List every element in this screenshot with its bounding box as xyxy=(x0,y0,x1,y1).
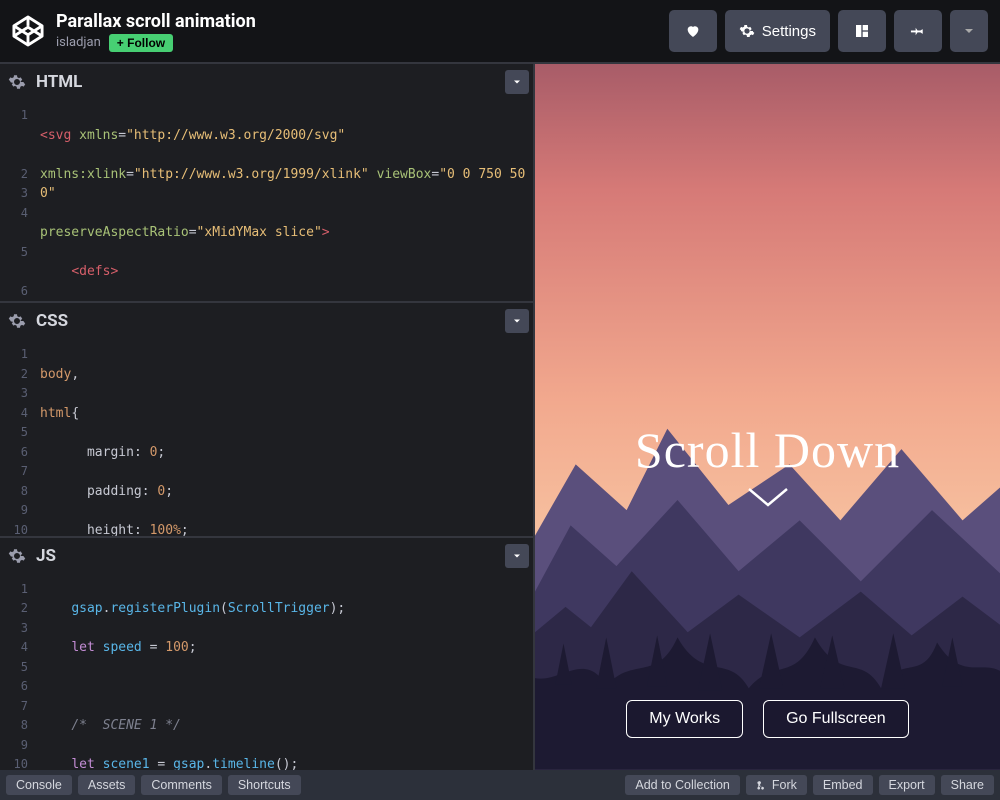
fork-icon xyxy=(756,780,767,791)
my-works-button[interactable]: My Works xyxy=(626,700,743,738)
chevron-down-icon xyxy=(961,23,977,39)
settings-button[interactable]: Settings xyxy=(725,10,830,52)
css-pane-menu[interactable] xyxy=(505,309,529,333)
footer-left: Console Assets Comments Shortcuts xyxy=(6,775,301,795)
js-code-area[interactable]: 12345678910 gsap.registerPlugin(ScrollTr… xyxy=(0,574,533,770)
js-pane-menu[interactable] xyxy=(505,544,529,568)
layout-button[interactable] xyxy=(838,10,886,52)
chevron-down-icon xyxy=(511,76,523,88)
codepen-logo[interactable] xyxy=(12,15,44,47)
pin-button[interactable] xyxy=(894,10,942,52)
settings-label: Settings xyxy=(762,23,816,40)
css-code-area[interactable]: 12345678910 body, html{ margin: 0; paddi… xyxy=(0,339,533,535)
js-pane-header: JS xyxy=(0,538,533,574)
css-pane-header: CSS xyxy=(0,303,533,339)
main-area: HTML 123456 <<svgsvg xmlns="http://www.w… xyxy=(0,62,1000,770)
header-bar: Parallax scroll animation isladjan + Fol… xyxy=(0,0,1000,62)
pen-title[interactable]: Parallax scroll animation xyxy=(56,11,256,32)
heart-icon xyxy=(685,23,701,39)
chevron-down-icon xyxy=(535,485,1000,511)
layout-icon xyxy=(854,23,870,39)
js-editor-pane: JS 12345678910 gsap.registerPlugin(Scrol… xyxy=(0,538,533,770)
preview-buttons: My Works Go Fullscreen xyxy=(535,700,1000,738)
gear-icon[interactable] xyxy=(8,312,26,330)
html-pane-menu[interactable] xyxy=(505,70,529,94)
scroll-down-text: Scroll Down xyxy=(535,421,1000,511)
html-pane-title: HTML xyxy=(36,72,82,92)
css-editor-pane: CSS 12345678910 body, html{ margin: 0; p… xyxy=(0,303,533,537)
css-pane-title: CSS xyxy=(36,311,68,331)
like-button[interactable] xyxy=(669,10,717,52)
header-left: Parallax scroll animation isladjan + Fol… xyxy=(12,11,256,52)
html-pane-header: HTML xyxy=(0,64,533,100)
comments-button[interactable]: Comments xyxy=(141,775,221,795)
html-code-area[interactable]: 123456 <<svgsvg xmlns="http://www.w3.org… xyxy=(0,100,533,301)
html-editor-pane: HTML 123456 <<svgsvg xmlns="http://www.w… xyxy=(0,64,533,303)
more-button[interactable] xyxy=(950,10,988,52)
preview-pane[interactable]: Scroll Down My Works Go Fullscreen xyxy=(535,64,1000,770)
chevron-down-icon xyxy=(511,315,523,327)
fork-button[interactable]: Fork xyxy=(746,775,807,795)
gear-icon xyxy=(739,23,755,39)
shortcuts-button[interactable]: Shortcuts xyxy=(228,775,301,795)
embed-button[interactable]: Embed xyxy=(813,775,873,795)
header-right: Settings xyxy=(669,10,988,52)
follow-button[interactable]: + Follow xyxy=(109,34,173,52)
author-link[interactable]: isladjan xyxy=(56,35,101,50)
add-collection-button[interactable]: Add to Collection xyxy=(625,775,740,795)
gear-icon[interactable] xyxy=(8,547,26,565)
pin-icon xyxy=(910,23,926,39)
gear-icon[interactable] xyxy=(8,73,26,91)
js-pane-title: JS xyxy=(36,546,56,566)
footer-right: Add to Collection Fork Embed Export Shar… xyxy=(625,775,994,795)
editors-column: HTML 123456 <<svgsvg xmlns="http://www.w… xyxy=(0,64,535,770)
console-button[interactable]: Console xyxy=(6,775,72,795)
go-fullscreen-button[interactable]: Go Fullscreen xyxy=(763,700,909,738)
export-button[interactable]: Export xyxy=(879,775,935,795)
chevron-down-icon xyxy=(511,550,523,562)
assets-button[interactable]: Assets xyxy=(78,775,136,795)
share-button[interactable]: Share xyxy=(941,775,994,795)
footer-bar: Console Assets Comments Shortcuts Add to… xyxy=(0,770,1000,800)
